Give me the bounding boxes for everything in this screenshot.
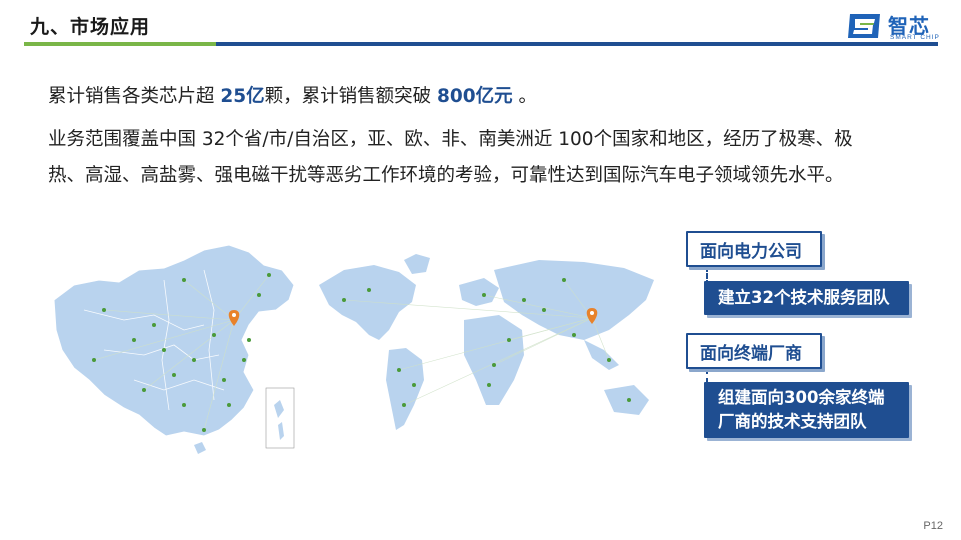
sales-amount-highlight: 800亿元: [437, 86, 513, 107]
terminal-vendor-panel-body: 组建面向300余家终端厂商的技术支持团队: [704, 382, 909, 438]
chips-count-highlight: 25亿: [220, 86, 265, 107]
page-number: P12: [923, 520, 943, 532]
logo-mark-icon: [848, 14, 880, 38]
power-company-panel-body: 建立32个技术服务团队: [704, 281, 909, 315]
company-logo: 智芯 SMART CHIP: [846, 12, 946, 42]
sales-summary-suffix: 。: [512, 86, 538, 107]
page-title: 九、市场应用: [30, 16, 151, 38]
sales-summary-middle: 颗，累计销售额突破: [264, 86, 438, 107]
china-map: [53, 244, 295, 454]
market-coverage-maps: [53, 244, 654, 454]
power-company-panel-title: 面向电力公司: [686, 231, 822, 267]
header-accent-bar-blue: [216, 42, 938, 46]
world-map: [319, 254, 654, 430]
terminal-vendor-panel-title: 面向终端厂商: [686, 333, 822, 369]
sales-summary: 累计销售各类芯片超 25亿颗，累计销售额突破 800亿元 。: [48, 82, 537, 108]
logo-english-text: SMART CHIP: [890, 34, 940, 41]
header-accent-bar-green: [24, 42, 216, 46]
business-scope-paragraph: 业务范围覆盖中国 32个省/市/自治区，亚、欧、非、南美洲近 100个国家和地区…: [48, 129, 853, 186]
sales-summary-prefix: 累计销售各类芯片超: [48, 86, 221, 107]
